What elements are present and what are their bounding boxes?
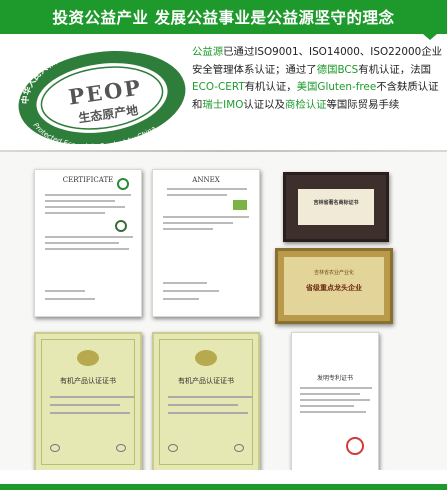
description-segment: 瑞士IMO bbox=[202, 98, 244, 111]
cnas-mark-icon bbox=[234, 444, 244, 452]
organic-product-certificate-2: 有机产品认证证书 bbox=[152, 332, 260, 472]
description-segment: 商检认证 bbox=[284, 98, 327, 111]
certification-description: 公益源已通过ISO9001、ISO14000、ISO22000企业安全管理体系认… bbox=[192, 44, 442, 114]
footer-bar bbox=[0, 484, 447, 490]
description-segment: ECO-CERT bbox=[192, 81, 245, 93]
certificate-title: 有机产品认证证书 bbox=[60, 377, 116, 385]
cnas-mark-icon bbox=[116, 444, 126, 452]
description-segment: 有机认证，法国 bbox=[358, 63, 431, 76]
banner-title: 投资公益产业 发展公益事业是公益源坚守的理念 bbox=[52, 9, 395, 27]
cnca-mark-icon bbox=[50, 444, 60, 452]
certificate-emblem-icon bbox=[195, 350, 217, 366]
plaque-main-title: 省级重点龙头企业 bbox=[306, 284, 362, 292]
top-banner: 投资公益产业 发展公益事业是公益源坚守的理念 bbox=[0, 0, 447, 40]
official-stamp-icon bbox=[346, 437, 364, 455]
annex-header: ANNEX bbox=[192, 176, 220, 184]
peop-seal-logo: 中华人民共和国生态原产地保护产品 Protected Eco-origin Pr… bbox=[13, 40, 186, 144]
invention-patent-certificate: 发明专利证书 bbox=[291, 332, 379, 472]
certificate-title: 有机产品认证证书 bbox=[178, 377, 234, 385]
cert-seal-icon bbox=[117, 178, 129, 190]
ecocert-annex-certificate: ANNEX bbox=[152, 169, 260, 317]
description-segment: 等国际贸易手续 bbox=[326, 98, 400, 111]
eu-organic-leaf-icon bbox=[233, 200, 247, 210]
patent-title: 发明专利证书 bbox=[316, 375, 353, 382]
leading-enterprise-plaque: 吉林省农业产业化 省级重点龙头企业 bbox=[275, 248, 393, 324]
famous-trademark-plaque: 吉林省著名商标证书 bbox=[283, 172, 389, 242]
bcs-certificate: CERTIFICATE bbox=[34, 169, 142, 317]
plaque-title: 吉林省著名商标证书 bbox=[313, 200, 359, 206]
description-segment: 德国BCS bbox=[316, 63, 359, 76]
cnca-mark-icon bbox=[168, 444, 178, 452]
usda-seal-icon bbox=[115, 220, 127, 232]
organic-product-certificate-1: 有机产品认证证书 bbox=[34, 332, 142, 472]
description-segment: 有机认证， bbox=[244, 81, 297, 93]
description-segment: 认证以及 bbox=[243, 98, 285, 111]
description-segment: 美国Gluten-free bbox=[296, 81, 377, 93]
certificate-emblem-icon bbox=[77, 350, 99, 366]
plaque-subtitle: 吉林省农业产业化 bbox=[313, 270, 354, 276]
description-segment: 公益源 bbox=[192, 46, 224, 58]
